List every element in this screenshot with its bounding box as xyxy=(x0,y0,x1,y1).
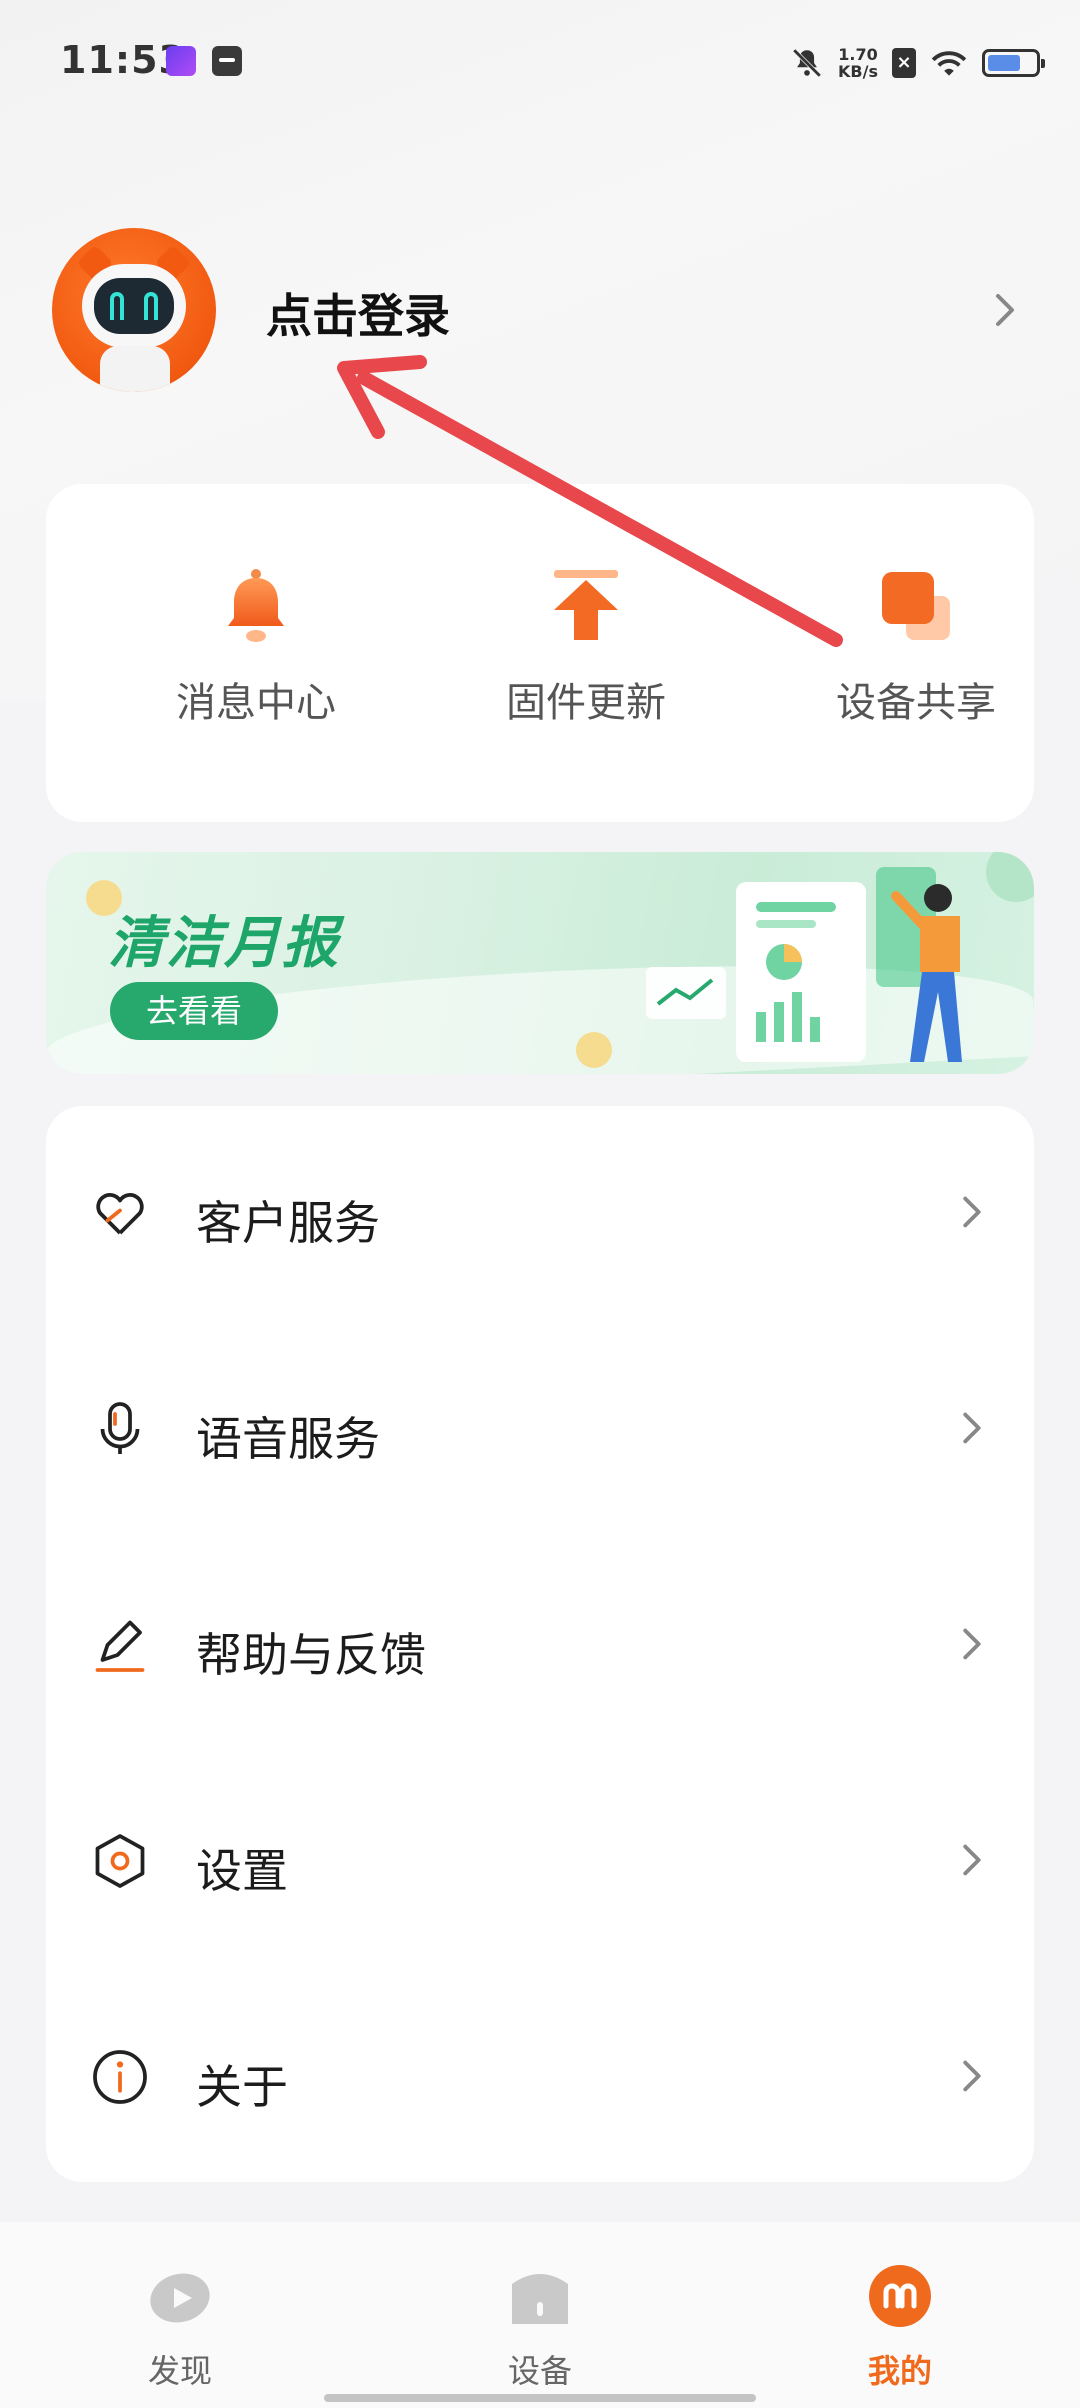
menu-label: 客户服务 xyxy=(196,1196,380,1250)
chevron-right-icon xyxy=(963,1628,981,1660)
tab-label: 发现 xyxy=(147,2352,212,2390)
chevron-right-icon xyxy=(963,1412,981,1444)
menu-item-voice-service[interactable]: 语音服务 xyxy=(46,1329,1034,1529)
tab-label: 设备 xyxy=(507,2352,572,2390)
chevron-right-icon xyxy=(963,1196,981,1228)
tab-devices[interactable]: 设备 xyxy=(440,2262,640,2392)
menu-label: 语音服务 xyxy=(196,1412,380,1466)
discover-play-icon xyxy=(146,2262,214,2330)
quick-action-device-share[interactable]: 设备共享 xyxy=(796,564,1036,728)
tab-mine[interactable]: 我的 xyxy=(800,2262,1000,2392)
heart-hand-icon xyxy=(96,1193,144,1235)
menu-label: 设置 xyxy=(196,1844,288,1898)
chevron-right-icon xyxy=(963,1844,981,1876)
login-text[interactable]: 点击登录 xyxy=(266,280,450,346)
info-icon xyxy=(93,2050,147,2104)
banner-title: 清洁月报 xyxy=(108,911,340,976)
chevron-right-icon[interactable] xyxy=(980,286,1028,334)
network-speed-value: 1.70 xyxy=(838,45,878,64)
share-squares-icon xyxy=(874,564,958,648)
quick-action-label: 设备共享 xyxy=(836,680,996,726)
quick-action-label: 固件更新 xyxy=(506,680,666,726)
robot-eye-right xyxy=(144,292,158,320)
bell-icon xyxy=(214,564,298,648)
quick-action-label: 消息中心 xyxy=(176,680,336,726)
home-indicator[interactable] xyxy=(324,2394,756,2402)
tab-discover[interactable]: 发现 xyxy=(80,2262,280,2392)
menu-item-customer-service[interactable]: 客户服务 xyxy=(46,1113,1034,1313)
device-home-icon xyxy=(506,2262,574,2330)
status-indicators: 1.70 KB/s × xyxy=(790,38,1045,88)
upload-arrow-icon xyxy=(544,564,628,648)
hexagon-gear-icon xyxy=(95,1834,145,1888)
quick-action-firmware-update[interactable]: 固件更新 xyxy=(466,564,706,728)
wallet-notification-icon xyxy=(212,46,242,76)
network-speed-unit: KB/s xyxy=(838,62,878,81)
menu-item-settings[interactable]: 设置 xyxy=(46,1761,1034,1961)
tab-label: 我的 xyxy=(867,2352,932,2390)
app-notification-icon xyxy=(166,46,196,76)
wifi-icon xyxy=(931,51,967,76)
robot-body xyxy=(100,346,170,392)
quick-actions-card: 消息中心 固件更新 设备共享 xyxy=(46,484,1034,822)
bottom-tab-bar: 发现 设备 我的 xyxy=(0,2222,1080,2408)
report-illustration-icon xyxy=(646,852,1034,1062)
network-speed: 1.70 KB/s xyxy=(838,46,878,80)
menu-label: 关于 xyxy=(196,2060,288,2114)
robot-eye-left xyxy=(110,292,124,320)
status-bar: 11:53 1.70 KB/s × xyxy=(0,0,1080,126)
banner-view-button[interactable]: 去看看 xyxy=(110,982,278,1040)
avatar[interactable] xyxy=(52,228,216,392)
robot-face xyxy=(94,278,174,334)
no-sim-icon: × xyxy=(892,48,916,78)
login-row[interactable]: 点击登录 xyxy=(52,228,1028,392)
battery-icon xyxy=(982,49,1045,77)
microphone-icon xyxy=(100,1402,140,1454)
mute-bell-icon xyxy=(792,48,822,78)
menu-list: 客户服务 语音服务 帮助与反馈 设置 关于 xyxy=(46,1106,1034,2182)
menu-item-help-feedback[interactable]: 帮助与反馈 xyxy=(46,1545,1034,1745)
menu-item-about[interactable]: 关于 xyxy=(46,1977,1034,2177)
profile-robot-icon xyxy=(866,2262,934,2330)
menu-label: 帮助与反馈 xyxy=(196,1628,426,1682)
pencil-icon xyxy=(95,1620,145,1672)
chevron-right-icon xyxy=(963,2060,981,2092)
cleaning-report-banner[interactable]: 清洁月报 去看看 xyxy=(46,852,1034,1074)
quick-action-message-center[interactable]: 消息中心 xyxy=(136,564,376,728)
